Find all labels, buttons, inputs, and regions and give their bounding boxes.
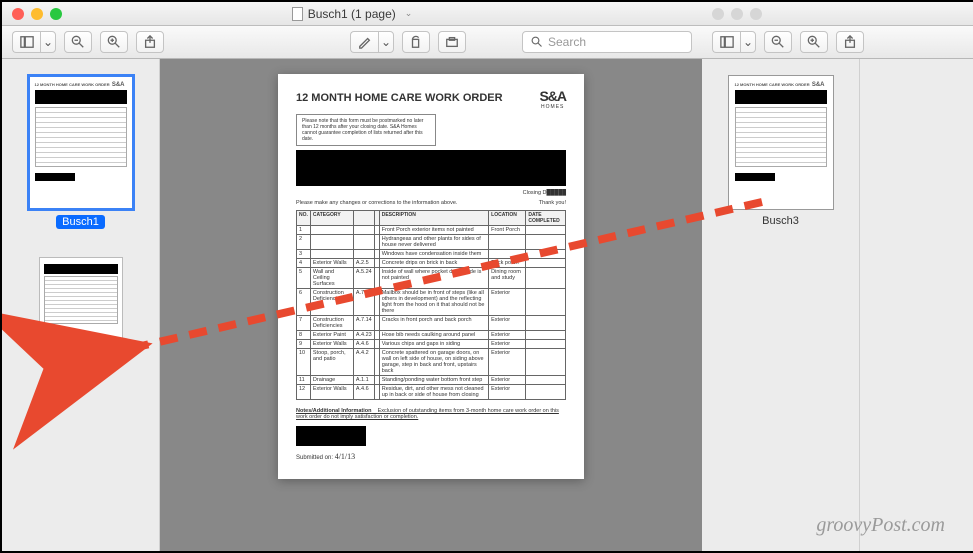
search-icon <box>531 36 543 48</box>
window-preview-2: ⌄ 12 MONTH HOME CARE WORK ORDERS&A Busch… <box>702 2 973 551</box>
view-dropdown[interactable]: ⌄ <box>740 31 756 53</box>
document-page: 12 MONTH HOME CARE WORK ORDER S&AHOMES P… <box>278 74 584 479</box>
thumbnail-sidebar: 12 MONTH HOME CARE WORK ORDERS&A Busch1 … <box>2 59 160 551</box>
thumbnail-item[interactable]: 12 MONTH HOME CARE WORK ORDERS&A Busch3 <box>728 75 834 227</box>
zoom-out-button[interactable] <box>64 31 92 53</box>
view-dropdown[interactable]: ⌄ <box>40 31 56 53</box>
rotate-button[interactable] <box>402 31 430 53</box>
zoom-out-button[interactable] <box>764 31 792 53</box>
watermark: groovyPost.com <box>816 514 945 537</box>
document-view[interactable]: 12 MONTH HOME CARE WORK ORDER S&AHOMES P… <box>160 59 702 551</box>
toolbar-2: ⌄ <box>702 26 973 59</box>
thumbnail-item-drag[interactable]: Busch3 <box>39 257 123 379</box>
thumbnail-sidebar-2: 12 MONTH HOME CARE WORK ORDERS&A Busch3 <box>702 59 860 551</box>
document-icon <box>292 7 303 21</box>
titlebar-2[interactable] <box>702 2 973 26</box>
toolbox-button[interactable] <box>438 31 466 53</box>
share-button[interactable] <box>836 31 864 53</box>
redacted-block <box>296 150 566 186</box>
notes-section: Notes/Additional Information Exclusion o… <box>296 408 566 420</box>
thumbnail-item[interactable]: 12 MONTH HOME CARE WORK ORDERS&A Busch1 <box>28 75 134 229</box>
markup-button[interactable] <box>350 31 378 53</box>
zoom-icon[interactable] <box>750 8 762 20</box>
view-mode-button[interactable] <box>12 31 40 53</box>
chevron-down-icon[interactable]: ⌄ <box>405 8 413 19</box>
markup-dropdown[interactable]: ⌄ <box>378 31 394 53</box>
window-title: Busch1 (1 page)⌄ <box>2 7 702 21</box>
share-button[interactable] <box>136 31 164 53</box>
view-mode-button[interactable] <box>712 31 740 53</box>
zoom-in-button[interactable] <box>100 31 128 53</box>
toolbar: ⌄ ⌄ Search <box>2 26 702 59</box>
zoom-in-button[interactable] <box>800 31 828 53</box>
doc-title: 12 MONTH HOME CARE WORK ORDER <box>296 92 566 104</box>
work-order-table: NO.CATEGORYDESCRIPTIONLOCATIONDATE COMPL… <box>296 210 566 400</box>
window-preview-1: Busch1 (1 page)⌄ ⌄ ⌄ Search <box>2 2 702 551</box>
logo: S&AHOMES <box>539 88 566 110</box>
close-icon[interactable] <box>712 8 724 20</box>
search-input[interactable]: Search <box>522 31 692 53</box>
document-view-2[interactable] <box>860 59 973 551</box>
titlebar[interactable]: Busch1 (1 page)⌄ <box>2 2 702 26</box>
note-box: Please note that this form must be postm… <box>296 114 436 146</box>
redacted-signature <box>296 426 366 446</box>
minimize-icon[interactable] <box>731 8 743 20</box>
